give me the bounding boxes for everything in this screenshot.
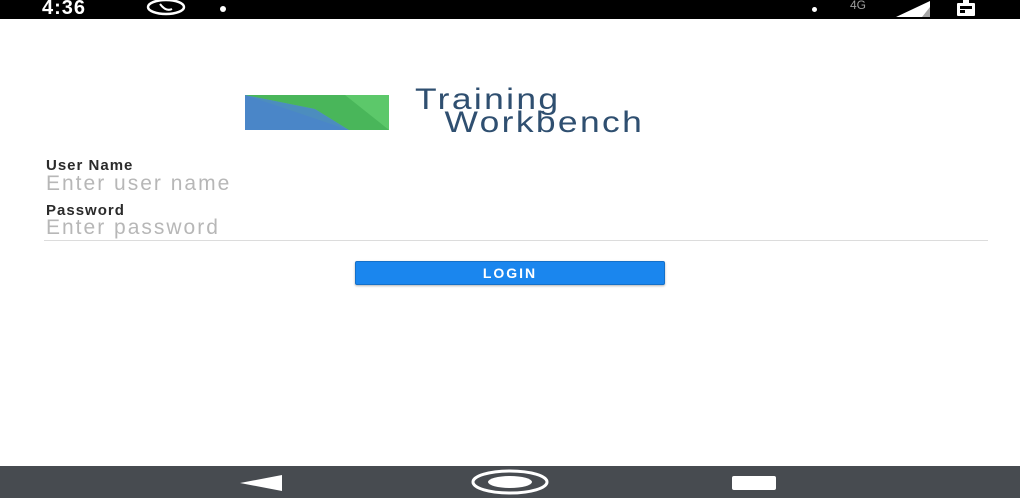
app-title: Training Workbench	[415, 85, 645, 139]
status-time: 4:36	[42, 0, 87, 19]
training-workbench-logo-icon	[245, 95, 389, 130]
signal-icon	[896, 1, 930, 17]
password-field[interactable]	[44, 216, 988, 241]
battery-icon	[957, 0, 975, 16]
home-icon[interactable]	[470, 469, 550, 495]
whatsapp-icon	[146, 0, 186, 16]
login-screen: 4:36 4G Training Workbench User Name Pas…	[0, 0, 1020, 498]
username-field[interactable]	[44, 172, 988, 196]
status-bar: 4:36 4G	[0, 0, 1020, 19]
app-title-line2: Workbench	[444, 106, 645, 139]
recents-icon[interactable]	[732, 476, 776, 490]
navigation-bar	[0, 466, 1020, 498]
notification-dot-icon-right	[812, 7, 817, 12]
notification-dot-icon	[220, 6, 226, 12]
back-icon[interactable]	[240, 475, 282, 491]
login-button[interactable]: LOGIN	[355, 261, 665, 285]
network-type: 4G	[850, 0, 867, 12]
